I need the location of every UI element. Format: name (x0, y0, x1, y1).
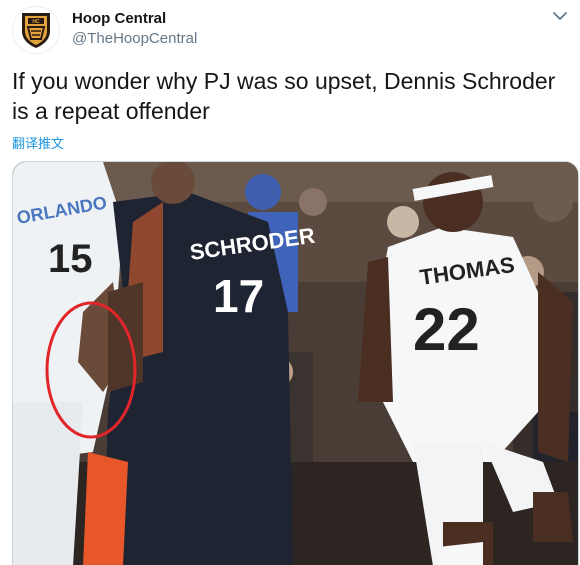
svg-text:15: 15 (48, 237, 93, 281)
tweet-media-video[interactable]: ORLANDO 15 SCHRODER 17 THOMAS 22 (12, 161, 579, 565)
author-handle[interactable]: @TheHoopCentral (72, 29, 197, 49)
hoop-central-logo-icon: HC (22, 13, 50, 48)
translate-tweet-link[interactable]: 翻译推文 (12, 133, 64, 152)
avatar[interactable]: HC (12, 6, 60, 54)
author-names: Hoop Central @TheHoopCentral (72, 9, 197, 49)
tweet-text: If you wonder why PJ was so upset, Denni… (12, 68, 556, 124)
svg-text:17: 17 (213, 270, 264, 322)
tweet-card: HC Hoop Central @TheHoopCentral If you w… (0, 0, 580, 565)
chevron-down-icon (553, 12, 567, 20)
basketball-scene-image: ORLANDO 15 SCHRODER 17 THOMAS 22 (13, 162, 578, 565)
more-options-button[interactable] (550, 6, 570, 26)
author-display-name[interactable]: Hoop Central (72, 9, 197, 29)
tweet-header: HC Hoop Central @TheHoopCentral (12, 6, 572, 54)
svg-text:22: 22 (413, 296, 480, 363)
svg-text:HC: HC (32, 19, 40, 25)
